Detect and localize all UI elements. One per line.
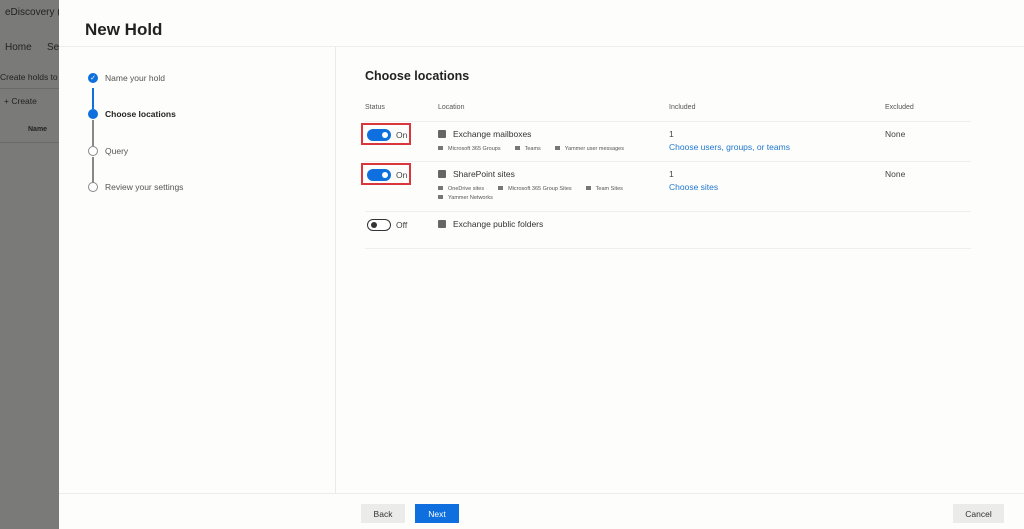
status-label: On [396, 130, 408, 140]
group-icon [498, 186, 504, 190]
nav-home[interactable]: Home [5, 42, 32, 53]
new-hold-panel: New Hold ✓ Name your hold Choose location… [59, 0, 1024, 529]
check-icon: ✓ [88, 73, 98, 83]
step-label: Name your hold [105, 73, 166, 83]
location-sublist: Yammer Networks [438, 195, 507, 201]
group-icon [438, 146, 443, 150]
location-header: Location [438, 104, 465, 111]
yammer-icon [438, 195, 443, 199]
divider [0, 88, 60, 89]
location-name: SharePoint sites [438, 169, 515, 179]
excluded-value: None [885, 129, 906, 139]
current-step-icon [88, 109, 98, 119]
plus-icon: + [4, 96, 9, 106]
location-name: Exchange mailboxes [438, 129, 531, 139]
next-button[interactable]: Next [415, 504, 459, 523]
location-sublist: OneDrive sites Microsoft 365 Group Sites T… [438, 186, 637, 192]
excluded-header: Excluded [885, 104, 914, 111]
create-button[interactable]: + Create [4, 96, 37, 106]
divider [0, 142, 60, 143]
step-label: Query [105, 146, 129, 156]
status-toggle[interactable] [367, 169, 391, 181]
location-sublist: Microsoft 365 Groups Teams Yammer user mes… [438, 146, 638, 152]
status-header: Status [365, 104, 385, 111]
location-row-exchange-mailboxes: On Exchange mailboxes Microsoft 365 Grou… [361, 121, 971, 161]
teams-icon [585, 186, 591, 190]
section-heading: Choose locations [365, 69, 470, 83]
cancel-button[interactable]: Cancel [953, 504, 1004, 523]
step-query[interactable]: Query [88, 146, 128, 156]
step-name-your-hold[interactable]: ✓ Name your hold [88, 73, 165, 83]
exchange-icon [438, 130, 446, 138]
step-review-settings[interactable]: Review your settings [88, 182, 183, 192]
status-label: Off [396, 220, 408, 230]
status-label: On [396, 170, 408, 180]
included-count: 1 [669, 129, 674, 139]
footer-divider [59, 493, 1024, 494]
location-name: Exchange public folders [438, 219, 543, 229]
location-row-sharepoint-sites: On SharePoint sites OneDrive sites Micros… [361, 161, 971, 211]
status-toggle[interactable] [367, 129, 391, 141]
back-button[interactable]: Back [361, 504, 405, 523]
circle-icon [88, 146, 98, 156]
step-connector-complete [92, 88, 94, 109]
name-column-header: Name [28, 126, 48, 133]
choose-sites-link[interactable]: Choose sites [669, 182, 718, 192]
teams-icon [514, 146, 520, 150]
exchange-icon [438, 220, 446, 228]
step-label: Choose locations [105, 109, 176, 119]
wizard-steps: ✓ Name your hold Choose locations Query R… [59, 47, 336, 493]
step-label: Review your settings [105, 182, 184, 192]
background-app: eDiscovery (Sta Home Se Create holds to … [0, 0, 76, 529]
included-count: 1 [669, 169, 674, 179]
panel-title: New Hold [85, 20, 163, 39]
description: Create holds to [0, 72, 58, 82]
step-connector [92, 120, 94, 146]
circle-icon [88, 182, 98, 192]
location-row-exchange-public-folders: Off Exchange public folders [365, 211, 971, 249]
yammer-icon [554, 146, 560, 150]
excluded-value: None [885, 169, 906, 179]
sharepoint-icon [438, 170, 446, 178]
step-connector [92, 157, 94, 183]
included-header: Included [669, 104, 696, 111]
step-choose-locations[interactable]: Choose locations [88, 109, 176, 119]
create-label: Create [11, 96, 37, 106]
status-toggle[interactable] [367, 219, 391, 231]
choose-users-link[interactable]: Choose users, groups, or teams [669, 142, 790, 152]
onedrive-icon [438, 186, 443, 190]
nav-search[interactable]: Se [47, 42, 59, 53]
